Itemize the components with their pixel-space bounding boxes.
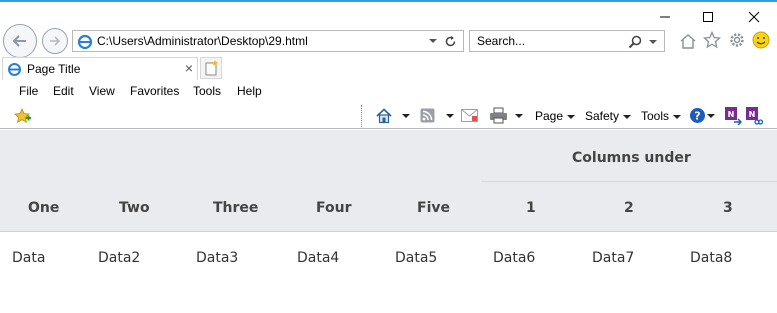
- page-dropdown-icon: [567, 114, 576, 119]
- tab-title: Page Title: [27, 62, 81, 76]
- address-bar[interactable]: C:\Users\Administrator\Desktop\29.html: [72, 30, 464, 52]
- back-arrow-icon: [12, 35, 26, 47]
- onenote-icon[interactable]: N: [724, 106, 742, 125]
- print-icon[interactable]: [489, 107, 508, 124]
- favorites-star-icon[interactable]: [703, 31, 721, 49]
- feeds-icon[interactable]: [420, 108, 435, 123]
- home-icon[interactable]: [679, 32, 697, 50]
- table-cell: Data5: [395, 250, 438, 266]
- gear-icon[interactable]: [728, 31, 746, 49]
- menu-file[interactable]: File: [19, 84, 38, 98]
- refresh-icon[interactable]: [444, 35, 457, 48]
- tools-menu[interactable]: Tools: [641, 109, 682, 123]
- menu-edit[interactable]: Edit: [53, 84, 74, 98]
- menu-view[interactable]: View: [89, 84, 115, 98]
- onenote-linked-icon[interactable]: N: [745, 106, 763, 125]
- table-cell: Data: [12, 250, 46, 266]
- search-placeholder: Search...: [477, 34, 526, 48]
- ie-tab-icon: [8, 63, 21, 76]
- table-cell: Data6: [493, 250, 536, 266]
- header-two: Two: [119, 200, 150, 216]
- new-tab-icon: [205, 60, 218, 76]
- safety-menu-label: Safety: [585, 109, 620, 123]
- table-header: Columns under One Two Three Four Five 1 …: [0, 130, 777, 232]
- svg-text:N: N: [728, 110, 735, 119]
- menu-favorites[interactable]: Favorites: [130, 84, 179, 98]
- search-box[interactable]: Search...: [469, 30, 665, 52]
- help-icon[interactable]: ?: [689, 107, 706, 124]
- smiley-feedback-icon[interactable]: [752, 31, 770, 49]
- svg-text:?: ?: [694, 110, 700, 123]
- safety-menu[interactable]: Safety: [585, 109, 632, 123]
- tools-menu-label: Tools: [641, 109, 670, 123]
- close-window-button[interactable]: [744, 8, 764, 26]
- table-cell: Data4: [297, 250, 340, 266]
- tools-dropdown-icon: [673, 114, 682, 119]
- back-button[interactable]: [3, 24, 37, 58]
- add-favorites-icon[interactable]: [14, 108, 32, 124]
- window-accent-line: [0, 0, 777, 2]
- menu-tools[interactable]: Tools: [193, 84, 221, 98]
- home-dropdown-icon[interactable]: [402, 114, 410, 118]
- group-header: Columns under: [572, 150, 691, 166]
- tab-page-title[interactable]: Page Title ×: [2, 57, 198, 80]
- header-three: Three: [213, 200, 259, 216]
- close-icon: [748, 11, 760, 23]
- page-menu[interactable]: Page: [535, 109, 576, 123]
- address-text: C:\Users\Administrator\Desktop\29.html: [97, 34, 308, 48]
- command-bar: Page Safety Tools ? N N: [0, 103, 777, 129]
- table-cell: Data2: [98, 250, 141, 266]
- forward-button[interactable]: [42, 28, 68, 54]
- page-content: Columns under One Two Three Four Five 1 …: [0, 130, 777, 313]
- search-icon[interactable]: [628, 35, 642, 49]
- address-dropdown-icon[interactable]: [429, 39, 437, 43]
- minimize-icon: [660, 16, 670, 18]
- maximize-icon: [703, 12, 713, 22]
- feeds-dropdown-icon[interactable]: [446, 114, 454, 118]
- read-mail-icon[interactable]: [461, 109, 478, 122]
- maximize-button[interactable]: [698, 8, 718, 26]
- header-sub-3: 3: [723, 200, 733, 216]
- page-menu-label: Page: [535, 109, 564, 123]
- table-cell: Data7: [592, 250, 635, 266]
- header-sub-2: 2: [624, 200, 634, 216]
- toolbar-separator: [361, 105, 362, 127]
- tab-close-icon[interactable]: ×: [185, 60, 193, 76]
- search-dropdown-icon[interactable]: [649, 40, 657, 44]
- minimize-button[interactable]: [655, 8, 675, 26]
- menu-bar: File Edit View Favorites Tools Help: [0, 80, 777, 102]
- home-cmd-icon[interactable]: [375, 107, 393, 124]
- header-sub-1: 1: [526, 200, 536, 216]
- table-cell: Data8: [690, 250, 733, 266]
- header-five: Five: [417, 200, 450, 216]
- menu-help[interactable]: Help: [237, 84, 262, 98]
- ie-page-icon: [77, 34, 93, 50]
- header-four: Four: [316, 200, 352, 216]
- forward-arrow-icon: [50, 36, 61, 46]
- print-dropdown-icon[interactable]: [515, 114, 523, 118]
- table-cell: Data3: [196, 250, 239, 266]
- svg-text:N: N: [749, 110, 756, 119]
- help-dropdown-icon[interactable]: [707, 114, 715, 118]
- new-tab-button[interactable]: [200, 57, 222, 79]
- safety-dropdown-icon: [623, 114, 632, 119]
- header-one: One: [28, 200, 60, 216]
- group-header-divider: [481, 181, 777, 182]
